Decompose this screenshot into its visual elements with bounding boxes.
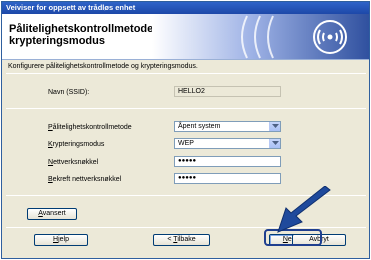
help-button[interactable]: Hjelp bbox=[34, 234, 88, 246]
advanced-button[interactable]: Avansert bbox=[27, 208, 77, 220]
back-button[interactable]: < Tilbake bbox=[153, 234, 210, 246]
network-key-input[interactable]: ●●●●● bbox=[174, 156, 281, 167]
wizard-subtitle: Konfigurere pålitelighetskontrollmetode … bbox=[8, 63, 198, 70]
encryption-mode-select[interactable]: WEP bbox=[174, 138, 281, 149]
encryption-mode-value: WEP bbox=[178, 140, 194, 147]
divider bbox=[6, 73, 366, 74]
auth-method-label: Pålitelighetskontrollmetode bbox=[48, 124, 132, 131]
network-key-label: Nettverksnøkkel bbox=[48, 159, 99, 166]
auth-method-value: Åpent system bbox=[178, 123, 221, 130]
auth-method-select[interactable]: Åpent system bbox=[174, 121, 281, 132]
confirm-key-input[interactable]: ●●●●● bbox=[174, 173, 281, 184]
wireless-banner-icon bbox=[152, 14, 369, 59]
chevron-down-icon[interactable] bbox=[269, 139, 280, 148]
confirm-key-label: Bekreft nettverksnøkkel bbox=[48, 176, 122, 183]
arrow-pointer-icon bbox=[277, 186, 331, 233]
encryption-mode-label: Krypteringsmodus bbox=[48, 141, 105, 148]
wizard-header: Pålitelighetskontrollmetode og krypterin… bbox=[2, 14, 369, 60]
divider bbox=[6, 108, 366, 109]
ssid-field: HELLO2 bbox=[174, 86, 281, 97]
window-title: Veiviser for oppsett av trådløs enhet bbox=[2, 2, 369, 14]
chevron-down-icon[interactable] bbox=[269, 122, 280, 131]
ssid-label: Navn (SSID): bbox=[48, 89, 90, 96]
